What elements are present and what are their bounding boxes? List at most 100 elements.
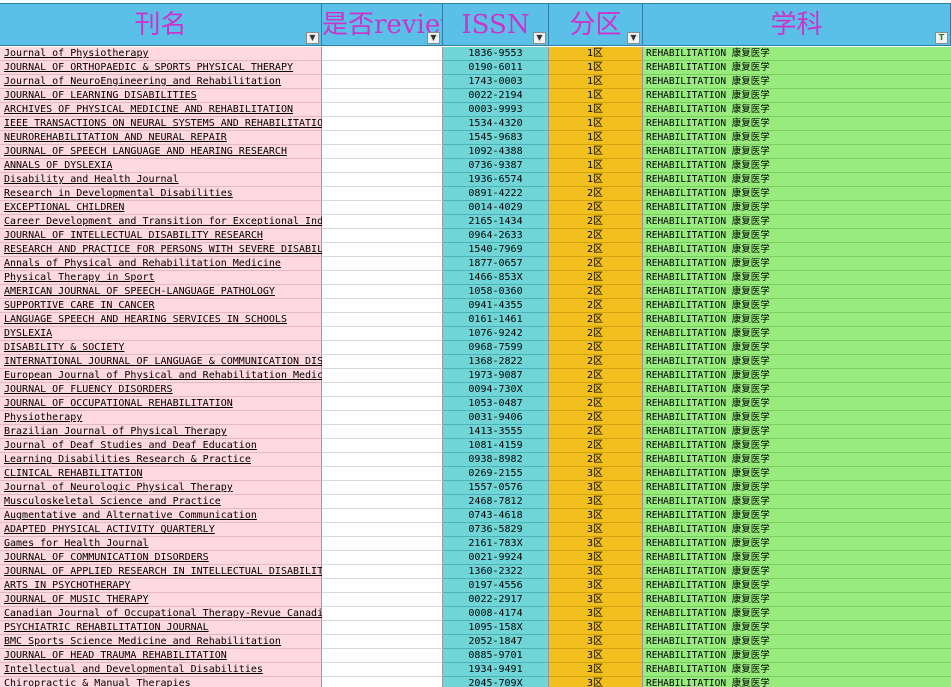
issn-cell[interactable]: 1934-9491 [443,663,549,677]
subject-cell[interactable]: REHABILITATION 康复医学 [643,313,951,327]
subject-cell[interactable]: REHABILITATION 康复医学 [643,369,951,383]
journal-name-cell[interactable]: INTERNATIONAL JOURNAL OF LANGUAGE & COMM… [0,355,359,369]
issn-cell[interactable]: 1053-0487 [443,397,549,411]
journal-name-cell[interactable]: IEEE TRANSACTIONS ON NEURAL SYSTEMS AND … [0,117,401,131]
review-cell[interactable] [322,467,443,481]
subject-cell[interactable]: REHABILITATION 康复医学 [643,215,951,229]
zone-cell[interactable]: 2区 [549,201,643,215]
review-cell[interactable] [322,509,443,523]
subject-cell[interactable]: REHABILITATION 康复医学 [643,523,951,537]
journal-name-cell[interactable]: EXCEPTIONAL CHILDREN [0,201,322,215]
review-cell[interactable] [322,117,443,131]
column-header-zone[interactable]: 分区 ▼ [549,3,643,46]
subject-cell[interactable]: REHABILITATION 康复医学 [643,649,951,663]
issn-cell[interactable]: 1360-2322 [443,565,549,579]
issn-cell[interactable]: 0736-9387 [443,159,549,173]
review-cell[interactable] [322,257,443,271]
zone-cell[interactable]: 3区 [549,663,643,677]
subject-cell[interactable]: REHABILITATION 康复医学 [643,271,951,285]
zone-cell[interactable]: 3区 [549,621,643,635]
journal-name-cell[interactable]: JOURNAL OF SPEECH LANGUAGE AND HEARING R… [0,145,322,159]
subject-cell[interactable]: REHABILITATION 康复医学 [643,145,951,159]
zone-cell[interactable]: 1区 [549,145,643,159]
journal-name-cell[interactable]: Musculoskeletal Science and Practice [0,495,322,509]
subject-cell[interactable]: REHABILITATION 康复医学 [643,341,951,355]
review-cell[interactable] [322,285,443,299]
issn-cell[interactable]: 1545-9683 [443,131,549,145]
issn-cell[interactable]: 0891-4222 [443,187,549,201]
zone-cell[interactable]: 1区 [549,61,643,75]
issn-cell[interactable]: 1413-3555 [443,425,549,439]
journal-name-cell[interactable]: DISABILITY & SOCIETY [0,341,322,355]
issn-cell[interactable]: 0190-6011 [443,61,549,75]
issn-cell[interactable]: 0736-5829 [443,523,549,537]
subject-cell[interactable]: REHABILITATION 康复医学 [643,537,951,551]
zone-cell[interactable]: 3区 [549,607,643,621]
review-cell[interactable] [322,131,443,145]
review-cell[interactable] [322,579,443,593]
issn-cell[interactable]: 1540-7969 [443,243,549,257]
review-cell[interactable] [322,593,443,607]
zone-cell[interactable]: 2区 [549,285,643,299]
subject-cell[interactable]: REHABILITATION 康复医学 [643,285,951,299]
journal-name-cell[interactable]: JOURNAL OF LEARNING DISABILITIES [0,89,322,103]
journal-name-cell[interactable]: JOURNAL OF APPLIED RESEARCH IN INTELLECT… [0,565,341,579]
subject-cell[interactable]: REHABILITATION 康复医学 [643,621,951,635]
journal-name-cell[interactable]: ARTS IN PSYCHOTHERAPY [0,579,322,593]
subject-cell[interactable]: REHABILITATION 康复医学 [643,187,951,201]
journal-name-cell[interactable]: BMC Sports Science Medicine and Rehabili… [0,635,322,649]
journal-name-cell[interactable]: JOURNAL OF HEAD TRAUMA REHABILITATION [0,649,322,663]
review-cell[interactable] [322,89,443,103]
issn-cell[interactable]: 0021-9924 [443,551,549,565]
journal-name-cell[interactable]: Disability and Health Journal [0,173,322,187]
journal-name-cell[interactable]: Intellectual and Developmental Disabilit… [0,663,322,677]
issn-cell[interactable]: 1095-158X [443,621,549,635]
subject-cell[interactable]: REHABILITATION 康复医学 [643,131,951,145]
subject-cell[interactable]: REHABILITATION 康复医学 [643,159,951,173]
subject-cell[interactable]: REHABILITATION 康复医学 [643,635,951,649]
subject-cell[interactable]: REHABILITATION 康复医学 [643,439,951,453]
zone-cell[interactable]: 2区 [549,187,643,201]
zone-cell[interactable]: 3区 [549,467,643,481]
review-cell[interactable] [322,397,443,411]
filter-dropdown-icon[interactable]: ▼ [306,32,319,44]
review-cell[interactable] [322,299,443,313]
journal-name-cell[interactable]: JOURNAL OF MUSIC THERAPY [0,593,322,607]
review-cell[interactable] [322,229,443,243]
journal-name-cell[interactable]: ANNALS OF DYSLEXIA [0,159,322,173]
review-cell[interactable] [322,215,443,229]
column-header-journal-name[interactable]: 刊名 ▼ [0,3,322,46]
issn-cell[interactable]: 1368-2822 [443,355,549,369]
issn-cell[interactable]: 2161-783X [443,537,549,551]
subject-cell[interactable]: REHABILITATION 康复医学 [643,47,951,61]
zone-cell[interactable]: 1区 [549,47,643,61]
review-cell[interactable] [322,453,443,467]
review-cell[interactable] [322,411,443,425]
journal-name-cell[interactable]: Learning Disabilities Research & Practic… [0,453,322,467]
subject-cell[interactable]: REHABILITATION 康复医学 [643,201,951,215]
subject-cell[interactable]: REHABILITATION 康复医学 [643,229,951,243]
zone-cell[interactable]: 2区 [549,355,643,369]
zone-cell[interactable]: 2区 [549,397,643,411]
issn-cell[interactable]: 2045-709X [443,677,549,687]
issn-cell[interactable]: 0885-9701 [443,649,549,663]
column-header-subject[interactable]: 学科 T [643,3,951,46]
journal-name-cell[interactable]: Physiotherapy [0,411,322,425]
zone-cell[interactable]: 3区 [549,495,643,509]
review-cell[interactable] [322,61,443,75]
review-cell[interactable] [322,103,443,117]
subject-cell[interactable]: REHABILITATION 康复医学 [643,593,951,607]
journal-name-cell[interactable]: AMERICAN JOURNAL OF SPEECH-LANGUAGE PATH… [0,285,322,299]
review-cell[interactable] [322,145,443,159]
subject-cell[interactable]: REHABILITATION 康复医学 [643,397,951,411]
journal-name-cell[interactable]: Augmentative and Alternative Communicati… [0,509,322,523]
review-cell[interactable] [322,481,443,495]
review-cell[interactable] [322,635,443,649]
zone-cell[interactable]: 2区 [549,411,643,425]
issn-cell[interactable]: 1973-9087 [443,369,549,383]
review-cell[interactable] [322,243,443,257]
journal-name-cell[interactable]: Research in Developmental Disabilities [0,187,322,201]
subject-cell[interactable]: REHABILITATION 康复医学 [643,243,951,257]
journal-name-cell[interactable]: Physical Therapy in Sport [0,271,322,285]
journal-name-cell[interactable]: Career Development and Transition for Ex… [0,215,371,229]
